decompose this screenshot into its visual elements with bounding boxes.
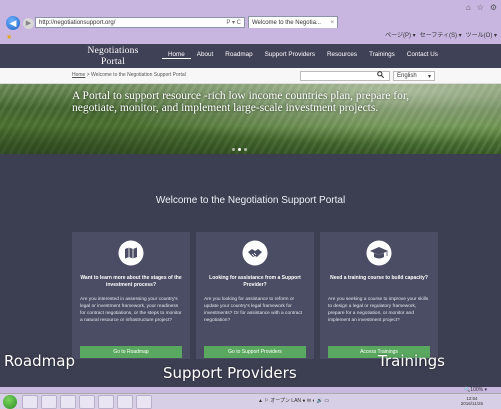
app-taskbar-icon[interactable] [136,395,152,409]
nav-contact-us[interactable]: Contact Us [401,51,444,59]
language-value: English [397,73,417,79]
handshake-icon [242,240,268,266]
url-text[interactable]: http://negotiationsupport.org/ [39,20,115,26]
media-taskbar-icon[interactable] [60,395,76,409]
address-bar[interactable]: http://negotiationsupport.org/ P ▾ C [35,17,245,28]
nav-about[interactable]: About [191,51,219,59]
card-title: Need a training course to build capacity… [330,275,428,281]
nav-support-providers[interactable]: Support Providers [259,51,321,59]
home-icon[interactable]: ⌂ [466,3,471,12]
start-button[interactable] [3,395,17,409]
nav-home[interactable]: Home [162,51,191,59]
card-body: Are you looking for assistance to reform… [204,297,303,323]
card-body: Are you seeking a course to improve your… [328,297,429,323]
main-nav: Home About Roadmap Support Providers Res… [162,51,444,59]
ie-taskbar-icon[interactable] [22,395,38,409]
card-body: Are you interested in assessing your cou… [80,297,182,323]
browser-chrome: ⌂ ☆ ⚙ ◀ ▶ http://negotiationsupport.org/… [0,0,501,44]
nav-buttons: ◀ ▶ [6,16,34,30]
carousel-dot[interactable] [244,148,247,151]
address-controls[interactable]: P ▾ C [226,19,241,26]
hero-text: A Portal to support resource -rich low i… [72,90,410,114]
forward-button[interactable]: ▶ [23,17,34,29]
window-controls[interactable]: ⌂ ☆ ⚙ [466,3,497,12]
breadcrumb-home[interactable]: Home [72,72,85,78]
chevron-down-icon: ▾ [427,73,431,80]
tab-title[interactable]: Welcome to the Negotia... [252,20,321,26]
powerpoint-taskbar-icon[interactable] [98,395,114,409]
logo-main: Negotiations Portal [87,46,139,67]
card-title: Want to learn more about the stages of t… [80,275,182,288]
clock[interactable]: 12:54 2016/11/26 [461,396,483,406]
card-trainings: Need a training course to build capacity… [320,232,438,359]
tab-close-icon[interactable]: × [330,20,334,26]
nav-trainings[interactable]: Trainings [363,51,401,59]
nav-resources[interactable]: Resources [321,51,363,59]
settings-gear-icon[interactable]: ⚙ [490,3,497,12]
card-title: Looking for assistance from a Support Pr… [209,275,301,288]
welcome-title: Welcome to the Negotiation Support Porta… [155,195,346,206]
overlay-label-roadmap: Roadmap [4,352,75,370]
command-bar: ページ(P) ▾ セーフティ(S) ▾ ツール(O) ▾ [385,30,497,39]
breadcrumb-bar: Home > Welcome to the Negotiation Suppor… [0,68,501,84]
graduation-cap-icon [366,240,392,266]
nav-roadmap[interactable]: Roadmap [219,51,258,59]
carousel-dot[interactable] [232,148,235,151]
go-to-support-providers-button[interactable]: Go to Support Providers [204,346,306,358]
overlay-label-trainings: Trainings [378,352,446,370]
menu-safety[interactable]: セーフティ(S) ▾ [420,30,462,39]
card-roadmap: Want to learn more about the stages of t… [72,232,190,359]
go-to-roadmap-button[interactable]: Go to Roadmap [80,346,182,358]
browser-tab[interactable]: Welcome to the Negotia... × [248,16,338,28]
taskbar: ▲ ⚐ オープン LAN ● ✉ ◐ 🔊 ▭ 12:54 2016/11/26 [0,393,501,409]
map-icon [118,240,144,266]
web-page: Negotiations Portal for Host Country Gov… [0,44,501,387]
carousel-dot[interactable] [238,148,241,151]
favorites-bar-icon[interactable]: ★ [6,33,12,41]
outlook-taskbar-icon[interactable] [117,395,133,409]
menu-tools[interactable]: ツール(O) ▾ [466,30,497,39]
hero-banner: A Portal to support resource -rich low i… [0,84,501,154]
language-select[interactable]: English ▾ [393,71,435,81]
back-button[interactable]: ◀ [6,16,20,30]
explorer-taskbar-icon[interactable] [41,395,57,409]
system-tray[interactable]: ▲ ⚐ オープン LAN ● ✉ ◐ 🔊 ▭ [258,397,329,404]
search-icon[interactable] [377,71,385,80]
favorites-star-icon[interactable]: ☆ [477,3,484,12]
site-header: Negotiations Portal for Host Country Gov… [0,44,501,73]
word-taskbar-icon[interactable] [79,395,95,409]
clock-date: 2016/11/26 [460,401,483,406]
carousel-dots[interactable] [232,148,247,151]
menu-page[interactable]: ページ(P) ▾ [385,30,416,39]
breadcrumb: Home > Welcome to the Negotiation Suppor… [72,72,186,78]
card-support-providers: Looking for assistance from a Support Pr… [196,232,314,359]
overlay-label-support-providers: Support Providers [163,364,297,382]
breadcrumb-current: > Welcome to the Negotiation Support Por… [85,72,186,78]
